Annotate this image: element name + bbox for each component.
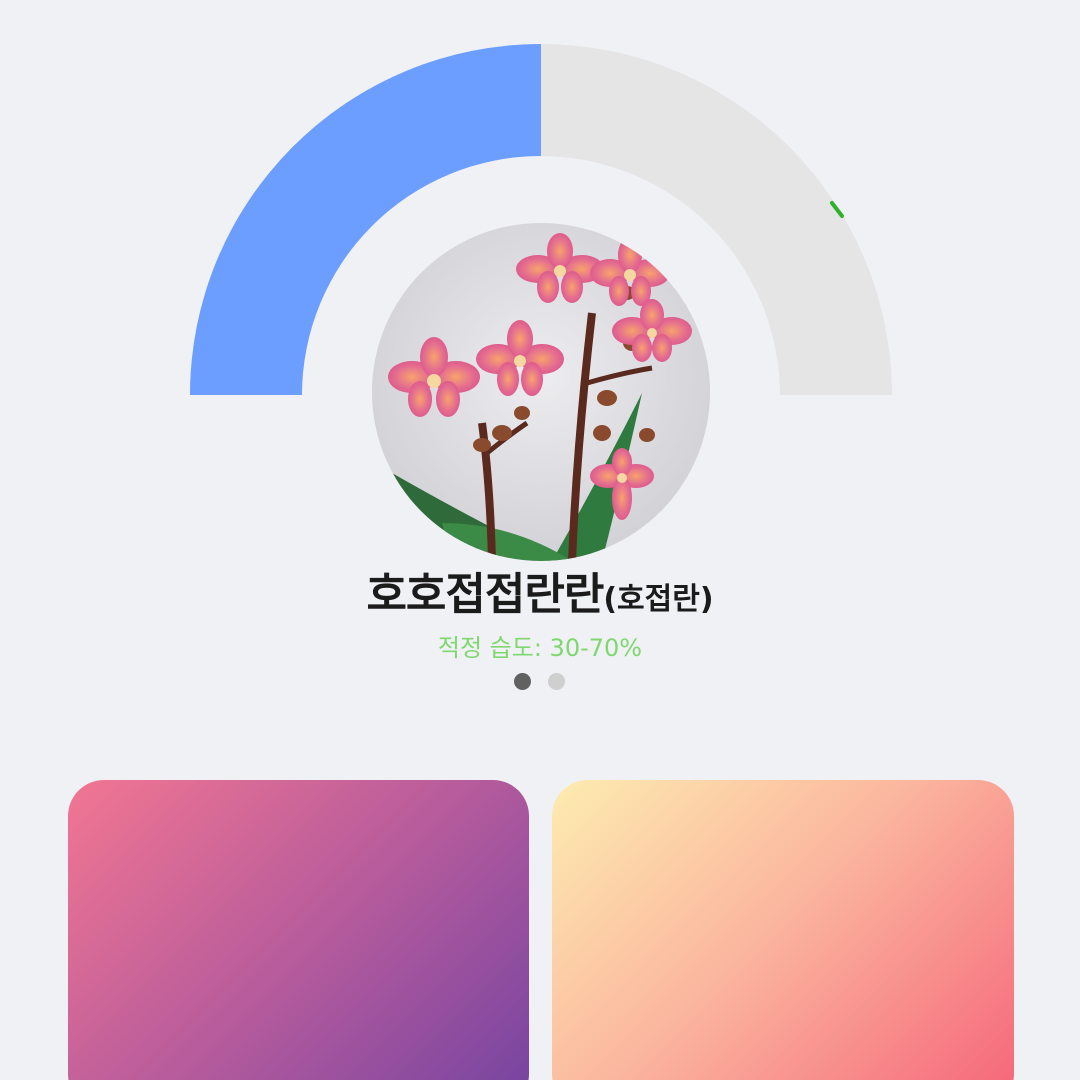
pink-purple-card[interactable]: [68, 780, 529, 1080]
plant-screen: 호호접접란란(호접란) 적정 습도: 30-70%: [0, 0, 1080, 1080]
page-dot-1[interactable]: [514, 673, 531, 690]
orchid-illustration: [372, 223, 710, 561]
plant-name-main: 호호접접란란: [366, 569, 604, 620]
orchid-photo: [372, 223, 710, 561]
plant-name-sub: (호접란): [603, 582, 714, 617]
page-indicator: [514, 673, 565, 690]
yellow-coral-card[interactable]: [552, 780, 1014, 1080]
plant-title: 호호접접란란(호접란): [0, 558, 1080, 622]
page-dot-2[interactable]: [548, 673, 565, 690]
humidity-range: 적정 습도: 30-70%: [437, 634, 643, 662]
